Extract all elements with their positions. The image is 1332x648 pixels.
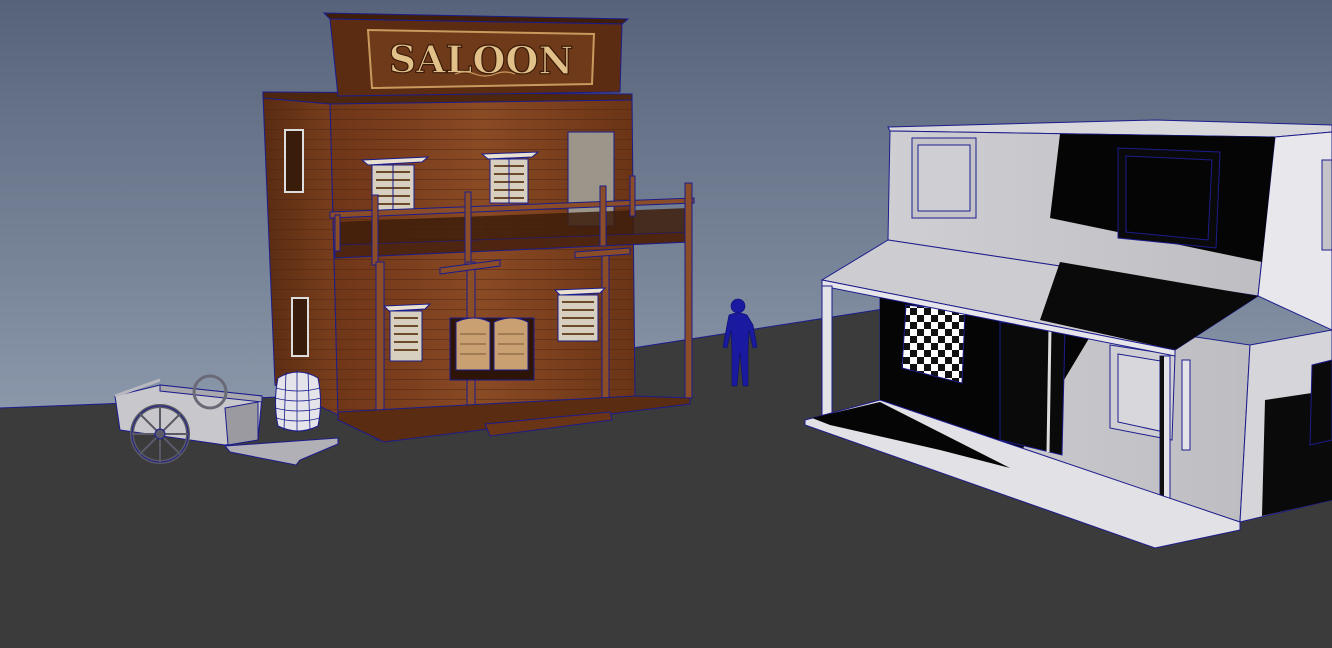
- building-porch-post-mid: [1181, 359, 1191, 451]
- building-upper-window-left: [911, 137, 977, 219]
- saloon-side-window-upper: [284, 129, 304, 193]
- building-side-window-upper: [1321, 159, 1332, 251]
- 3d-viewport[interactable]: SALOON: [0, 0, 1332, 648]
- wooden-barrel[interactable]: [274, 370, 322, 432]
- saloon-lower-window-right: [553, 287, 607, 342]
- figure-head: [730, 298, 746, 314]
- saloon-sign[interactable]: SALOON: [322, 12, 630, 97]
- saloon-swing-doors[interactable]: [449, 317, 535, 381]
- building-upper-window-right: [1117, 147, 1221, 249]
- saloon-side-window-lower: [291, 297, 309, 357]
- building-door: [999, 321, 1066, 456]
- building-side-window-lower: [1309, 359, 1332, 446]
- building-porch-post-left: [821, 285, 833, 419]
